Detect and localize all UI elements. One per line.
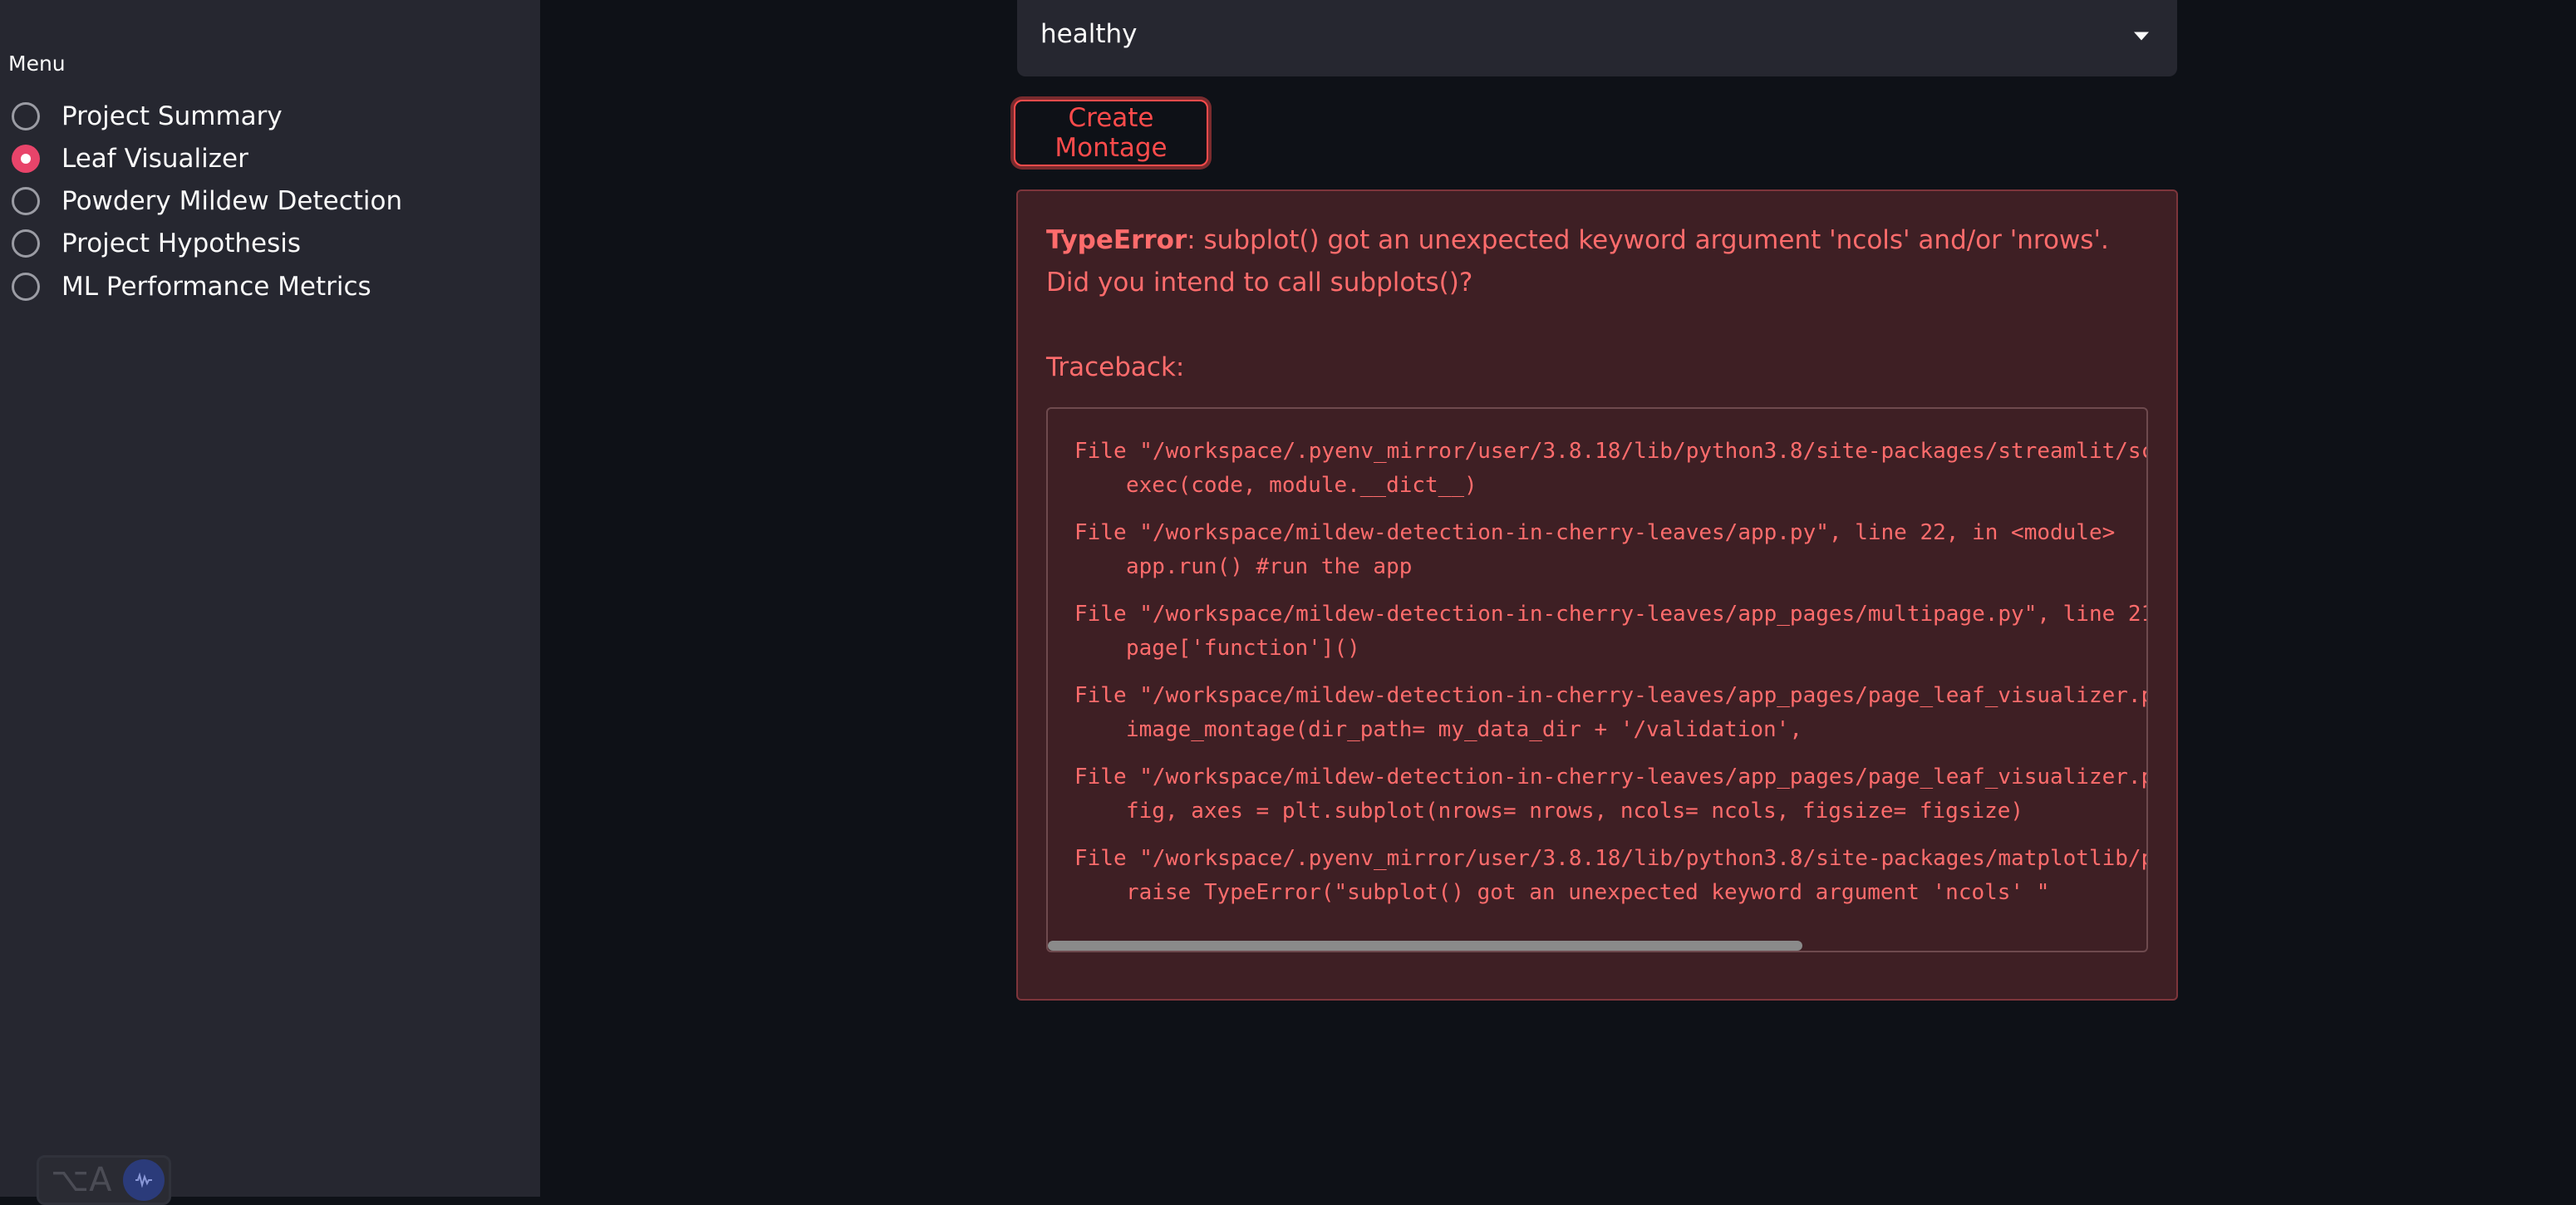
select-value: healthy — [1040, 19, 1138, 49]
traceback-label: Traceback: — [1046, 352, 1185, 382]
horizontal-scrollbar[interactable] — [1048, 941, 1802, 951]
traceback-file-line: File "/workspace/mildew-detection-in-che… — [1074, 602, 2148, 627]
radio-checked-icon — [12, 145, 40, 173]
main-content: healthy Create Montage TypeError: subplo… — [540, 0, 2576, 1197]
sidebar: Menu Project Summary Leaf Visualizer Pow… — [0, 0, 540, 1205]
error-message: TypeError: subplot() got an unexpected k… — [1046, 219, 2126, 304]
radio-option-powdery-mildew-detection[interactable]: Powdery Mildew Detection — [12, 183, 402, 219]
error-alert: TypeError: subplot() got an unexpected k… — [1016, 189, 2178, 1001]
error-type: TypeError — [1046, 225, 1187, 255]
radio-unchecked-icon — [12, 187, 40, 215]
keyboard-shortcut-text: ⌥A — [51, 1161, 112, 1199]
traceback-code-block[interactable]: File "/workspace/.pyenv_mirror/user/3.8.… — [1046, 407, 2148, 952]
traceback-code-line: page['function']() — [1126, 636, 1360, 661]
radio-label: Powdery Mildew Detection — [61, 186, 403, 216]
traceback-code-line: app.run() #run the app — [1126, 554, 1413, 579]
traceback-code-line: raise TypeError("subplot() got an unexpe… — [1126, 880, 2050, 905]
error-text: : subplot() got an unexpected keyword ar… — [1046, 225, 2109, 298]
audio-wave-icon — [123, 1159, 165, 1201]
radio-label: Leaf Visualizer — [61, 144, 248, 174]
radio-option-project-summary[interactable]: Project Summary — [12, 98, 283, 135]
radio-label: Project Hypothesis — [61, 229, 302, 258]
radio-option-project-hypothesis[interactable]: Project Hypothesis — [12, 225, 301, 262]
chevron-down-icon — [2134, 32, 2149, 41]
radio-unchecked-icon — [12, 229, 40, 258]
traceback-code-line: image_montage(dir_path= my_data_dir + '/… — [1126, 717, 1802, 742]
traceback-file-line: File "/workspace/mildew-detection-in-che… — [1074, 765, 2148, 789]
radio-unchecked-icon — [12, 273, 40, 301]
menu-label: Menu — [8, 52, 66, 76]
create-montage-button[interactable]: Create Montage — [1014, 100, 1208, 166]
traceback-code-line: fig, axes = plt.subplot(nrows= nrows, nc… — [1126, 799, 2024, 824]
traceback-file-line: File "/workspace/mildew-detection-in-che… — [1074, 520, 2116, 545]
traceback-file-line: File "/workspace/.pyenv_mirror/user/3.8.… — [1074, 439, 2148, 464]
traceback-code-line: exec(code, module.__dict__) — [1126, 473, 1477, 498]
radio-option-leaf-visualizer[interactable]: Leaf Visualizer — [12, 140, 248, 177]
label-select[interactable]: healthy — [1017, 0, 2177, 76]
radio-label: ML Performance Metrics — [61, 272, 371, 302]
radio-label: Project Summary — [61, 101, 283, 131]
keyboard-shortcut-widget[interactable]: ⌥A — [37, 1155, 171, 1205]
radio-option-ml-performance-metrics[interactable]: ML Performance Metrics — [12, 268, 371, 305]
traceback-file-line: File "/workspace/.pyenv_mirror/user/3.8.… — [1074, 846, 2148, 871]
traceback-file-line: File "/workspace/mildew-detection-in-che… — [1074, 683, 2148, 708]
radio-unchecked-icon — [12, 102, 40, 130]
